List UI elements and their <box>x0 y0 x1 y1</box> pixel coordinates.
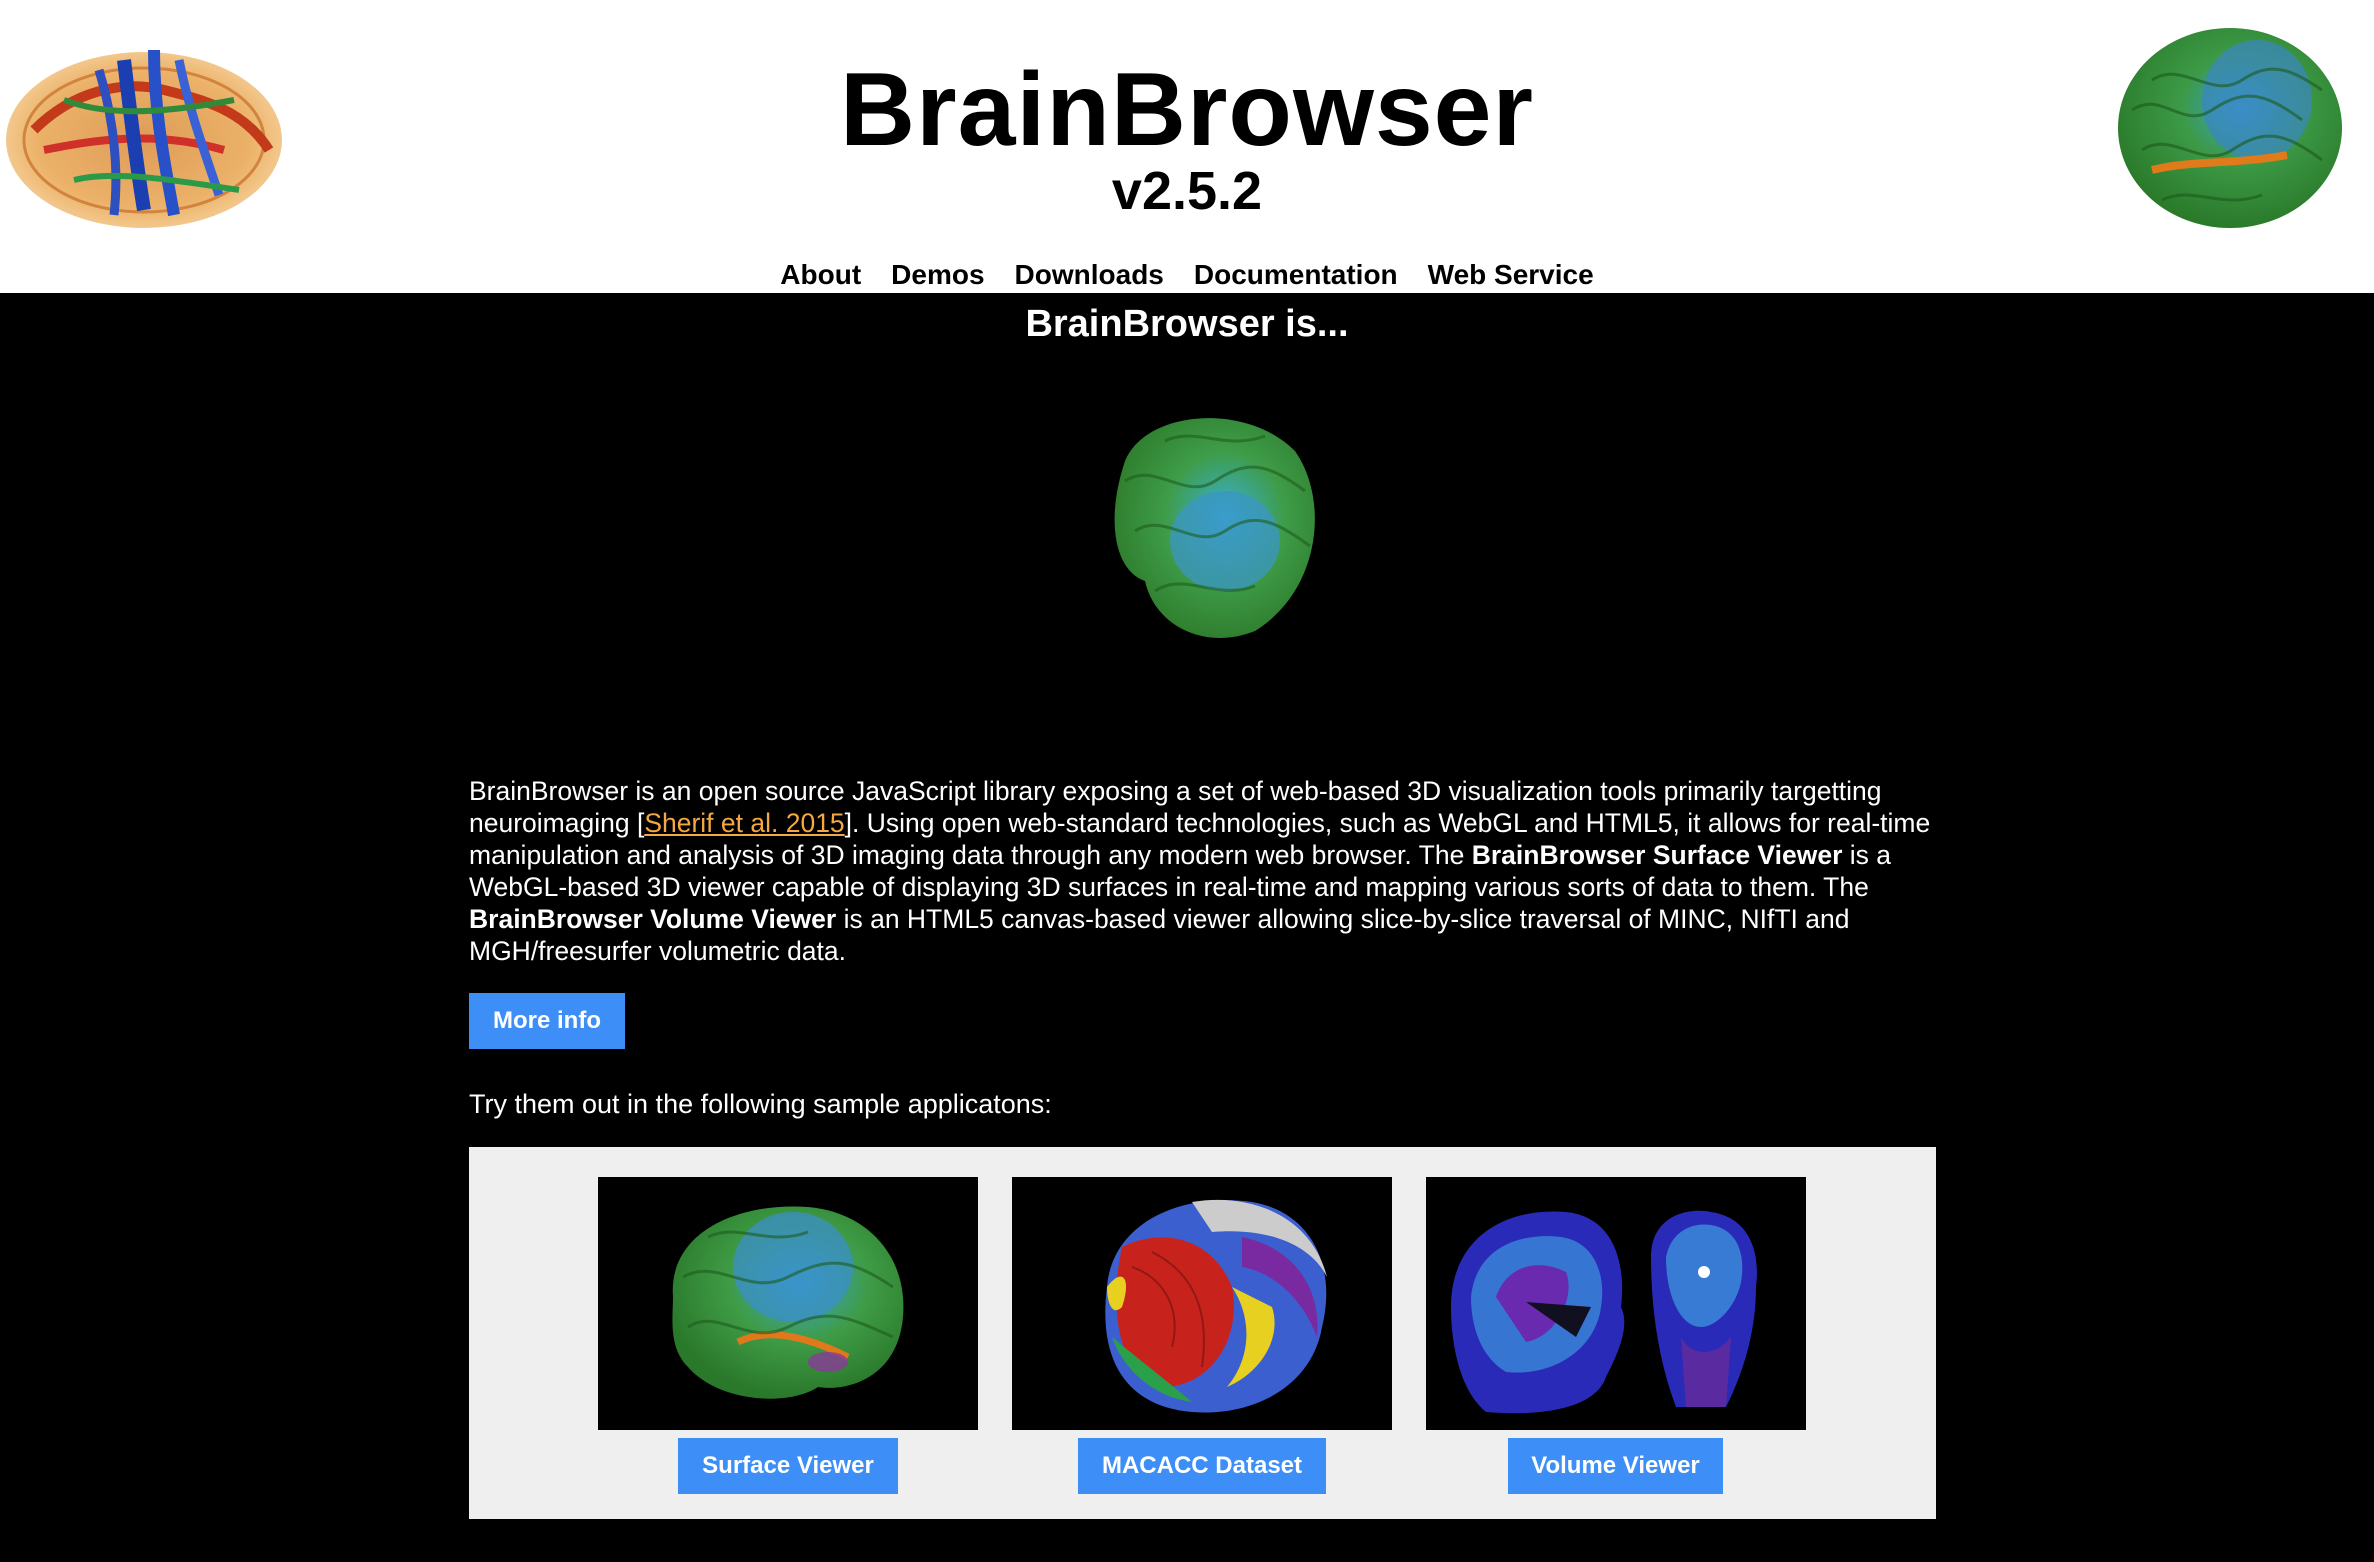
nav-documentation[interactable]: Documentation <box>1194 259 1398 290</box>
citation-link[interactable]: Sherif et al. 2015 <box>644 808 844 838</box>
try-text: Try them out in the following sample app… <box>469 1089 1052 1119</box>
nav-demos[interactable]: Demos <box>891 259 984 290</box>
page-header: BrainBrowser v2.5.2 About Demos Downloads D… <box>0 0 2374 293</box>
macacc-dataset-button[interactable]: MACACC Dataset <box>1078 1438 1326 1494</box>
nav-web-service[interactable]: Web Service <box>1428 259 1594 290</box>
intro-paragraph: BrainBrowser is an open source JavaScrip… <box>469 775 1939 967</box>
main-nav: About Demos Downloads Documentation Web Serv… <box>0 258 2374 292</box>
rotating-brain-surface-image <box>1114 418 1315 638</box>
volume-viewer-name: BrainBrowser Volume Viewer <box>469 904 837 934</box>
surface-brain-image <box>2118 28 2342 228</box>
volume-viewer-button[interactable]: Volume Viewer <box>1508 1438 1723 1494</box>
nav-about[interactable]: About <box>780 259 861 290</box>
mri-slices-thumbnail[interactable] <box>1426 1177 1806 1430</box>
macacc-brain-thumbnail[interactable] <box>1012 1177 1392 1430</box>
nav-downloads[interactable]: Downloads <box>1015 259 1164 290</box>
site-title: BrainBrowser <box>840 52 1534 168</box>
surface-viewer-name: BrainBrowser Surface Viewer <box>1471 840 1843 870</box>
site-version: v2.5.2 <box>1111 161 1263 221</box>
main-content: BrainBrowser is... BrainBrowser is an op… <box>0 293 2374 1562</box>
surface-brain-thumbnail[interactable] <box>598 1177 978 1430</box>
more-info-button[interactable]: More info <box>469 993 625 1049</box>
section-title: BrainBrowser is... <box>1025 303 1349 345</box>
sample-apps-panel: Surface Viewer MACACC Dataset Volume Vie… <box>469 1147 1936 1519</box>
surface-viewer-button[interactable]: Surface Viewer <box>678 1438 898 1494</box>
